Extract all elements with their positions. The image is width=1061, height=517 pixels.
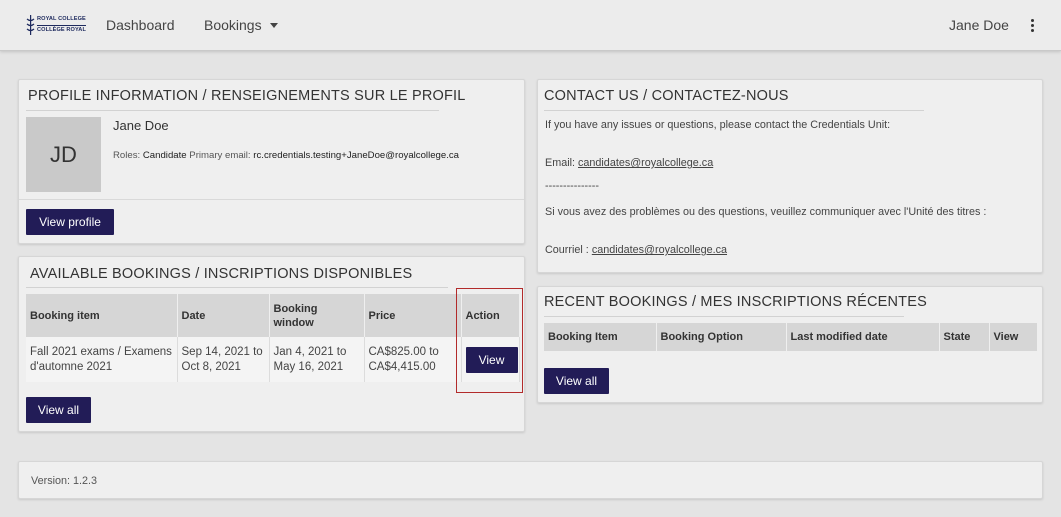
courriel-label: Courriel :	[545, 244, 589, 256]
contact-separator: ---------------	[545, 180, 599, 192]
col-price: Price	[364, 294, 462, 337]
title-divider	[544, 316, 904, 317]
card-divider	[19, 199, 524, 200]
cell-action: View	[461, 337, 520, 382]
user-menu[interactable]: Jane Doe	[949, 17, 1009, 33]
version-text: Version: 1.2.3	[31, 475, 98, 487]
col-booking-item: Booking item	[26, 294, 178, 337]
profile-card: PROFILE INFORMATION / RENSEIGNEMENTS SUR…	[18, 79, 525, 244]
available-bookings-table: Booking item Date Booking window Price A…	[26, 294, 520, 382]
nav-bookings-dropdown[interactable]: Bookings	[204, 17, 278, 33]
col-booking-window: Booking window	[269, 294, 365, 337]
top-navbar: ROYAL COLLEGE COLLÈGE ROYAL Dashboard Bo…	[0, 0, 1061, 51]
contact-courriel-link[interactable]: candidates@royalcollege.ca	[592, 244, 727, 256]
email-value: rc.credentials.testing+JaneDoe@royalcoll…	[253, 150, 460, 161]
profile-name: Jane Doe	[113, 118, 169, 133]
col-action: Action	[461, 294, 520, 337]
title-divider	[544, 110, 924, 111]
email-label: Primary email:	[189, 150, 251, 161]
view-profile-button[interactable]: View profile	[26, 209, 114, 235]
roles-label: Roles:	[113, 150, 141, 161]
logo-text-en: ROYAL COLLEGE	[37, 16, 86, 22]
caduceus-icon	[26, 15, 35, 35]
roles-value: Candidate	[142, 150, 187, 161]
email-label: Email:	[545, 157, 575, 169]
profile-card-title: PROFILE INFORMATION / RENSEIGNEMENTS SUR…	[28, 88, 466, 104]
table-header-row: Booking item Date Booking window Price A…	[26, 294, 520, 337]
available-bookings-title: AVAILABLE BOOKINGS / INSCRIPTIONS DISPON…	[30, 266, 413, 282]
contact-intro-en: If you have any issues or questions, ple…	[545, 119, 891, 131]
nav-bookings-label: Bookings	[204, 17, 262, 33]
col-date: Date	[177, 294, 270, 337]
table-row: Fall 2021 exams / Examens d'automne 2021…	[26, 337, 520, 382]
chevron-down-icon	[269, 23, 278, 28]
view-booking-button[interactable]: View	[465, 346, 518, 373]
footer: Version: 1.2.3	[18, 461, 1043, 499]
cell-booking-window: Jan 4, 2021 to May 16, 2021	[269, 337, 365, 382]
view-all-available-button[interactable]: View all	[26, 397, 91, 423]
nav-dashboard[interactable]: Dashboard	[106, 17, 175, 33]
more-vertical-icon[interactable]	[1030, 19, 1036, 35]
view-all-recent-button[interactable]: View all	[544, 368, 609, 394]
col-state: State	[939, 323, 990, 351]
contact-email-line: Email: candidates@royalcollege.ca	[545, 157, 713, 169]
col-last-modified: Last modified date	[786, 323, 940, 351]
cell-price: CA$825.00 to CA$4,415.00	[364, 337, 462, 382]
recent-bookings-table: Booking Item Booking Option Last modifie…	[544, 323, 1038, 351]
col-view: View	[989, 323, 1038, 351]
recent-bookings-title: RECENT BOOKINGS / MES INSCRIPTIONS RÉCEN…	[544, 294, 927, 310]
col-booking-item: Booking Item	[544, 323, 657, 351]
royal-college-logo[interactable]: ROYAL COLLEGE COLLÈGE ROYAL	[26, 14, 86, 36]
contact-intro-fr: Si vous avez des problèmes ou des questi…	[545, 206, 987, 218]
cell-date: Sep 14, 2021 to Oct 8, 2021	[177, 337, 270, 382]
logo-text-fr: COLLÈGE ROYAL	[37, 25, 86, 33]
contact-card: CONTACT US / CONTACTEZ-NOUS If you have …	[537, 79, 1043, 273]
contact-email-link[interactable]: candidates@royalcollege.ca	[578, 157, 713, 169]
contact-courriel-line: Courriel : candidates@royalcollege.ca	[545, 244, 727, 256]
title-divider	[26, 287, 448, 288]
col-booking-option: Booking Option	[656, 323, 787, 351]
recent-bookings-card: RECENT BOOKINGS / MES INSCRIPTIONS RÉCEN…	[537, 286, 1043, 403]
title-divider	[26, 110, 439, 111]
contact-card-title: CONTACT US / CONTACTEZ-NOUS	[544, 88, 789, 104]
available-bookings-card: AVAILABLE BOOKINGS / INSCRIPTIONS DISPON…	[18, 256, 525, 432]
avatar: JD	[26, 117, 101, 192]
profile-details: Roles: Candidate Primary email: rc.crede…	[113, 150, 459, 161]
cell-booking-item: Fall 2021 exams / Examens d'automne 2021	[26, 337, 178, 382]
table-header-row: Booking Item Booking Option Last modifie…	[544, 323, 1038, 351]
